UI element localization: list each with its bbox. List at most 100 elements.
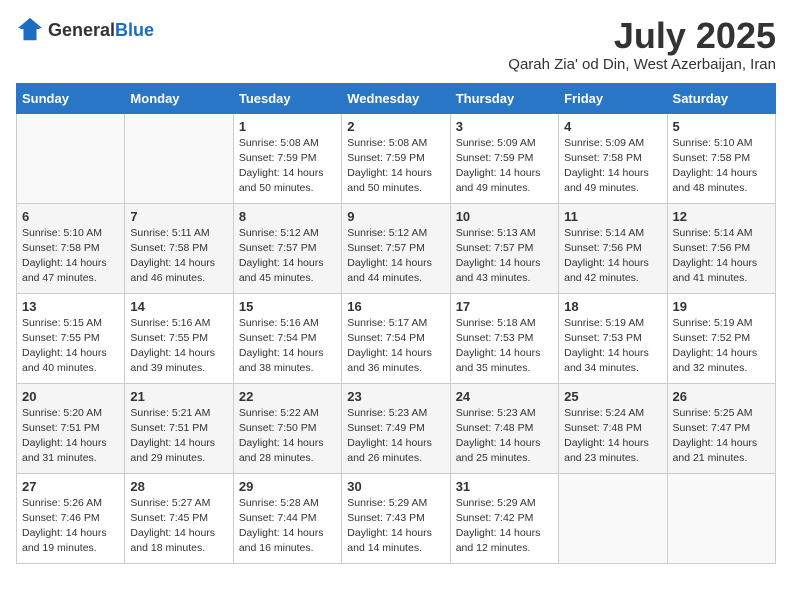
calendar-cell: 31 Sunrise: 5:29 AMSunset: 7:42 PMDayligh… (450, 473, 558, 563)
day-number: 9 (347, 209, 444, 224)
day-info: Sunrise: 5:14 AMSunset: 7:56 PMDaylight:… (673, 226, 770, 287)
calendar-cell: 26Sunrise: 5:25 AMSunset: 7:47 PMDayligh… (667, 383, 775, 473)
day-info: Sunrise: 5:10 AMSunset: 7:58 PMDaylight:… (673, 136, 770, 197)
calendar-cell (17, 113, 125, 203)
calendar-cell (667, 473, 775, 563)
calendar-cell: 8 Sunrise: 5:12 AMSunset: 7:57 PMDaylight… (233, 203, 341, 293)
calendar-cell: 1 Sunrise: 5:08 AMSunset: 7:59 PMDaylight… (233, 113, 341, 203)
calendar-week-row: 13 Sunrise: 5:15 AMSunset: 7:55 PMDayligh… (17, 293, 776, 383)
calendar-cell: 3 Sunrise: 5:09 AMSunset: 7:59 PMDaylight… (450, 113, 558, 203)
calendar-week-row: 6 Sunrise: 5:10 AMSunset: 7:58 PMDaylight… (17, 203, 776, 293)
day-info: Sunrise: 5:13 AMSunset: 7:57 PMDaylight:… (456, 226, 553, 287)
day-info: Sunrise: 5:19 AMSunset: 7:52 PMDaylight:… (673, 316, 770, 377)
day-info: Sunrise: 5:12 AMSunset: 7:57 PMDaylight:… (347, 226, 444, 287)
day-info: Sunrise: 5:08 AMSunset: 7:59 PMDaylight:… (347, 136, 444, 197)
day-number: 10 (456, 209, 553, 224)
day-number: 1 (239, 119, 336, 134)
calendar-cell: 10 Sunrise: 5:13 AMSunset: 7:57 PMDayligh… (450, 203, 558, 293)
day-number: 26 (673, 389, 770, 404)
logo-icon (16, 16, 44, 44)
day-number: 31 (456, 479, 553, 494)
calendar-cell: 20 Sunrise: 5:20 AMSunset: 7:51 PMDayligh… (17, 383, 125, 473)
day-number: 8 (239, 209, 336, 224)
day-number: 5 (673, 119, 770, 134)
day-number: 2 (347, 119, 444, 134)
calendar-cell: 12 Sunrise: 5:14 AMSunset: 7:56 PMDayligh… (667, 203, 775, 293)
weekday-header-saturday: Saturday (667, 83, 775, 113)
day-info: Sunrise: 5:22 AMSunset: 7:50 PMDaylight:… (239, 406, 336, 467)
day-number: 3 (456, 119, 553, 134)
calendar-cell: 28Sunrise: 5:27 AMSunset: 7:45 PMDayligh… (125, 473, 233, 563)
weekday-header-sunday: Sunday (17, 83, 125, 113)
weekday-header-row: SundayMondayTuesdayWednesdayThursdayFrid… (17, 83, 776, 113)
day-number: 14 (130, 299, 227, 314)
day-info: Sunrise: 5:16 AMSunset: 7:54 PMDaylight:… (239, 316, 336, 377)
day-info: Sunrise: 5:14 AMSunset: 7:56 PMDaylight:… (564, 226, 661, 287)
calendar-week-row: 27 Sunrise: 5:26 AMSunset: 7:46 PMDayligh… (17, 473, 776, 563)
calendar-cell: 22 Sunrise: 5:22 AMSunset: 7:50 PMDayligh… (233, 383, 341, 473)
calendar-cell: 15 Sunrise: 5:16 AMSunset: 7:54 PMDayligh… (233, 293, 341, 383)
calendar-cell: 17 Sunrise: 5:18 AMSunset: 7:53 PMDayligh… (450, 293, 558, 383)
day-info: Sunrise: 5:15 AMSunset: 7:55 PMDaylight:… (22, 316, 119, 377)
page-header: GeneralBlue July 2025 Qarah Zia' od Din,… (16, 16, 776, 73)
weekday-header-thursday: Thursday (450, 83, 558, 113)
day-info: Sunrise: 5:27 AMSunset: 7:45 PMDaylight:… (130, 496, 227, 557)
day-number: 16 (347, 299, 444, 314)
day-number: 12 (673, 209, 770, 224)
calendar-cell: 5 Sunrise: 5:10 AMSunset: 7:58 PMDaylight… (667, 113, 775, 203)
logo-text: GeneralBlue (48, 20, 154, 41)
day-info: Sunrise: 5:26 AMSunset: 7:46 PMDaylight:… (22, 496, 119, 557)
day-number: 17 (456, 299, 553, 314)
day-info: Sunrise: 5:21 AMSunset: 7:51 PMDaylight:… (130, 406, 227, 467)
calendar-cell: 16 Sunrise: 5:17 AMSunset: 7:54 PMDayligh… (342, 293, 450, 383)
weekday-header-monday: Monday (125, 83, 233, 113)
day-info: Sunrise: 5:29 AMSunset: 7:43 PMDaylight:… (347, 496, 444, 557)
calendar-week-row: 1 Sunrise: 5:08 AMSunset: 7:59 PMDaylight… (17, 113, 776, 203)
day-info: Sunrise: 5:23 AMSunset: 7:49 PMDaylight:… (347, 406, 444, 467)
day-info: Sunrise: 5:18 AMSunset: 7:53 PMDaylight:… (456, 316, 553, 377)
calendar-cell: 14 Sunrise: 5:16 AMSunset: 7:55 PMDayligh… (125, 293, 233, 383)
day-number: 6 (22, 209, 119, 224)
month-title: July 2025 (508, 16, 776, 56)
calendar-cell (559, 473, 667, 563)
day-info: Sunrise: 5:09 AMSunset: 7:59 PMDaylight:… (456, 136, 553, 197)
day-number: 19 (673, 299, 770, 314)
weekday-header-wednesday: Wednesday (342, 83, 450, 113)
calendar-cell: 2 Sunrise: 5:08 AMSunset: 7:59 PMDaylight… (342, 113, 450, 203)
day-number: 15 (239, 299, 336, 314)
calendar-cell: 11 Sunrise: 5:14 AMSunset: 7:56 PMDayligh… (559, 203, 667, 293)
day-info: Sunrise: 5:29 AMSunset: 7:42 PMDaylight:… (456, 496, 553, 557)
day-number: 22 (239, 389, 336, 404)
calendar-cell: 29Sunrise: 5:28 AMSunset: 7:44 PMDayligh… (233, 473, 341, 563)
day-number: 13 (22, 299, 119, 314)
calendar-cell: 4Sunrise: 5:09 AMSunset: 7:58 PMDaylight… (559, 113, 667, 203)
day-info: Sunrise: 5:12 AMSunset: 7:57 PMDaylight:… (239, 226, 336, 287)
day-info: Sunrise: 5:24 AMSunset: 7:48 PMDaylight:… (564, 406, 661, 467)
day-number: 7 (130, 209, 227, 224)
calendar-cell: 21Sunrise: 5:21 AMSunset: 7:51 PMDayligh… (125, 383, 233, 473)
calendar-cell: 30 Sunrise: 5:29 AMSunset: 7:43 PMDayligh… (342, 473, 450, 563)
day-info: Sunrise: 5:11 AMSunset: 7:58 PMDaylight:… (130, 226, 227, 287)
day-info: Sunrise: 5:20 AMSunset: 7:51 PMDaylight:… (22, 406, 119, 467)
weekday-header-tuesday: Tuesday (233, 83, 341, 113)
day-number: 11 (564, 209, 661, 224)
calendar-week-row: 20 Sunrise: 5:20 AMSunset: 7:51 PMDayligh… (17, 383, 776, 473)
day-info: Sunrise: 5:17 AMSunset: 7:54 PMDaylight:… (347, 316, 444, 377)
day-info: Sunrise: 5:16 AMSunset: 7:55 PMDaylight:… (130, 316, 227, 377)
day-info: Sunrise: 5:28 AMSunset: 7:44 PMDaylight:… (239, 496, 336, 557)
weekday-header-friday: Friday (559, 83, 667, 113)
day-number: 30 (347, 479, 444, 494)
calendar-cell: 24Sunrise: 5:23 AMSunset: 7:48 PMDayligh… (450, 383, 558, 473)
day-info: Sunrise: 5:10 AMSunset: 7:58 PMDaylight:… (22, 226, 119, 287)
day-info: Sunrise: 5:08 AMSunset: 7:59 PMDaylight:… (239, 136, 336, 197)
day-number: 27 (22, 479, 119, 494)
calendar-cell: 25 Sunrise: 5:24 AMSunset: 7:48 PMDayligh… (559, 383, 667, 473)
title-area: July 2025 Qarah Zia' od Din, West Azerba… (508, 16, 776, 73)
calendar-table: SundayMondayTuesdayWednesdayThursdayFrid… (16, 83, 776, 564)
calendar-cell (125, 113, 233, 203)
calendar-cell: 18Sunrise: 5:19 AMSunset: 7:53 PMDayligh… (559, 293, 667, 383)
day-number: 25 (564, 389, 661, 404)
day-number: 23 (347, 389, 444, 404)
day-number: 20 (22, 389, 119, 404)
day-number: 24 (456, 389, 553, 404)
